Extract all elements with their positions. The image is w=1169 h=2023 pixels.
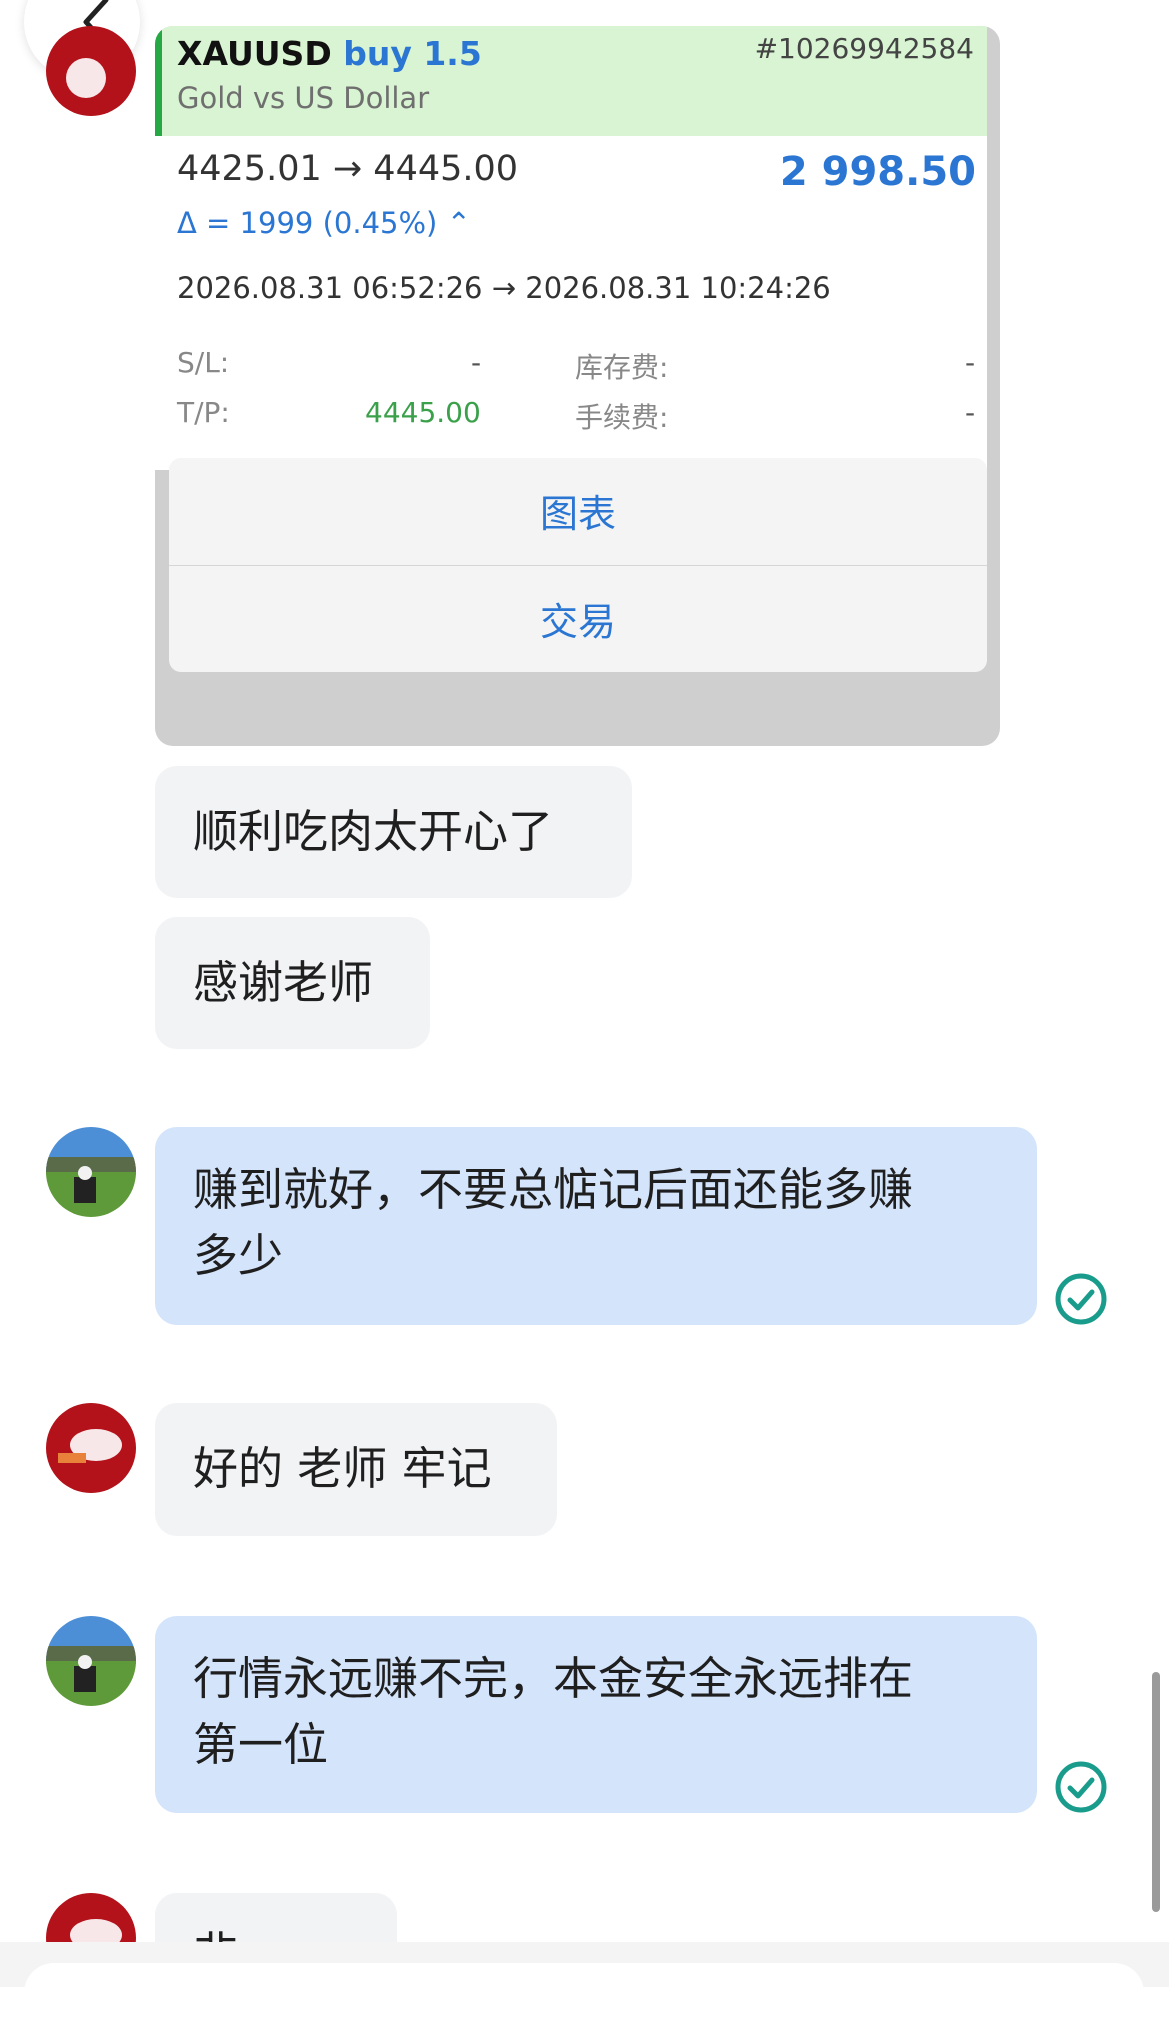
message-text: 好的 老师 牢记 bbox=[193, 1442, 492, 1495]
check-circle-icon bbox=[1055, 1273, 1107, 1325]
message-bubble[interactable]: 赚到就好，不要总惦记后面还能多赚 多少 bbox=[155, 1127, 1037, 1325]
message-bubble[interactable]: 行情永远赚不完，本金安全永远排在 第一位 bbox=[155, 1616, 1037, 1813]
trade-profit: 2 998.50 bbox=[779, 149, 976, 195]
trade-screenshot-image[interactable]: XAUUSD buy 1.5 #10269942584 Gold vs US D… bbox=[155, 26, 1000, 746]
action-sheet: 图表 交易 bbox=[169, 458, 987, 672]
sl-label: S/L: bbox=[177, 346, 230, 379]
commission-value: - bbox=[965, 396, 976, 429]
trade-prices: 4425.01 → 4445.00 bbox=[177, 149, 519, 189]
trade-side: buy 1.5 bbox=[343, 34, 482, 73]
swap-value: - bbox=[965, 346, 976, 379]
message-text: 感谢老师 bbox=[193, 956, 374, 1009]
swap-label: 库存费: bbox=[575, 351, 669, 384]
trade-description: Gold vs US Dollar bbox=[177, 81, 430, 115]
menu-chart[interactable]: 图表 bbox=[169, 483, 987, 538]
message-text-line: 赚到就好，不要总惦记后面还能多赚 bbox=[193, 1163, 914, 1216]
avatar-teacher[interactable] bbox=[46, 1616, 136, 1706]
avatar-user[interactable] bbox=[46, 26, 136, 116]
message-text-line: 第一位 bbox=[193, 1718, 329, 1771]
tp-label: T/P: bbox=[177, 396, 230, 429]
sheet-divider bbox=[169, 565, 987, 566]
message-bubble[interactable]: 好的 老师 牢记 bbox=[155, 1403, 557, 1536]
symbol-text: XAUUSD bbox=[177, 34, 332, 73]
message-text: 顺利吃肉太开心了 bbox=[193, 805, 554, 858]
trade-symbol: XAUUSD buy 1.5 bbox=[177, 34, 482, 73]
menu-trade[interactable]: 交易 bbox=[169, 591, 987, 646]
message-input[interactable] bbox=[24, 1963, 1144, 2023]
sl-value: - bbox=[471, 346, 482, 379]
trade-ticket: #10269942584 bbox=[754, 32, 974, 65]
avatar-user[interactable] bbox=[46, 1403, 136, 1493]
avatar-teacher[interactable] bbox=[46, 1127, 136, 1217]
trade-delta: Δ = 1999 (0.45%) ⌃ bbox=[177, 206, 471, 240]
check-circle-icon bbox=[1055, 1761, 1107, 1813]
commission-label: 手续费: bbox=[575, 401, 669, 434]
message-bubble[interactable]: 顺利吃肉太开心了 bbox=[155, 766, 632, 898]
message-bubble[interactable]: 感谢老师 bbox=[155, 917, 430, 1049]
tp-value: 4445.00 bbox=[365, 396, 481, 429]
scrollbar[interactable] bbox=[1152, 1672, 1160, 1912]
message-text-line: 多少 bbox=[193, 1229, 284, 1282]
trade-times: 2026.08.31 06:52:26 → 2026.08.31 10:24:2… bbox=[177, 271, 831, 305]
message-text-line: 行情永远赚不完，本金安全永远排在 bbox=[193, 1652, 914, 1705]
